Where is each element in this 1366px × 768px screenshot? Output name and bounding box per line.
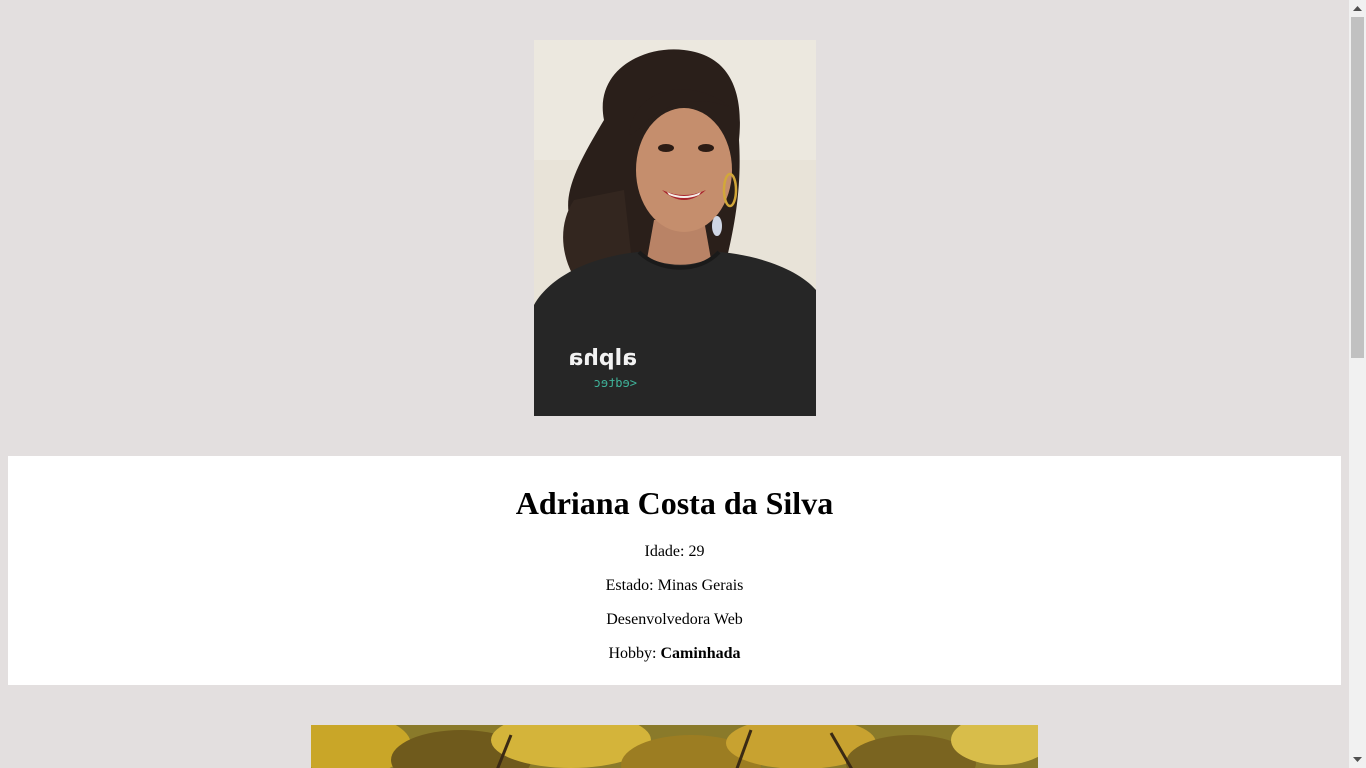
role-line: Desenvolvedora Web	[606, 611, 743, 628]
scroll-up-button[interactable]	[1349, 0, 1366, 17]
age-line: Idade: 29	[644, 543, 705, 560]
profile-photo: alpha <edtec	[534, 40, 816, 416]
hobby-photo-illustration	[311, 725, 1038, 768]
triangle-down-icon	[1353, 756, 1362, 762]
shirt-logo-subtext: <edtec	[594, 376, 637, 390]
scrollbar-thumb[interactable]	[1351, 17, 1364, 358]
hobby-label: Hobby:	[608, 645, 661, 662]
profile-photo-illustration: alpha <edtec	[534, 40, 816, 416]
vertical-scrollbar[interactable]	[1349, 0, 1366, 768]
page: alpha <edtec Adriana Costa da Silva Idad…	[0, 0, 1366, 768]
hobby-value: Caminhada	[660, 645, 741, 662]
shirt-logo-text: alpha	[568, 346, 637, 371]
scroll-down-button[interactable]	[1349, 751, 1366, 768]
triangle-up-icon	[1353, 5, 1362, 11]
hobby-line: Hobby: Caminhada	[8, 645, 1341, 663]
hobby-photo	[311, 725, 1038, 768]
state-line: Estado: Minas Gerais	[605, 577, 744, 594]
info-card: Adriana Costa da Silva Idade: 29 Estado:…	[8, 456, 1341, 685]
page-content: alpha <edtec Adriana Costa da Silva Idad…	[0, 0, 1349, 768]
profile-name: Adriana Costa da Silva	[515, 485, 834, 521]
